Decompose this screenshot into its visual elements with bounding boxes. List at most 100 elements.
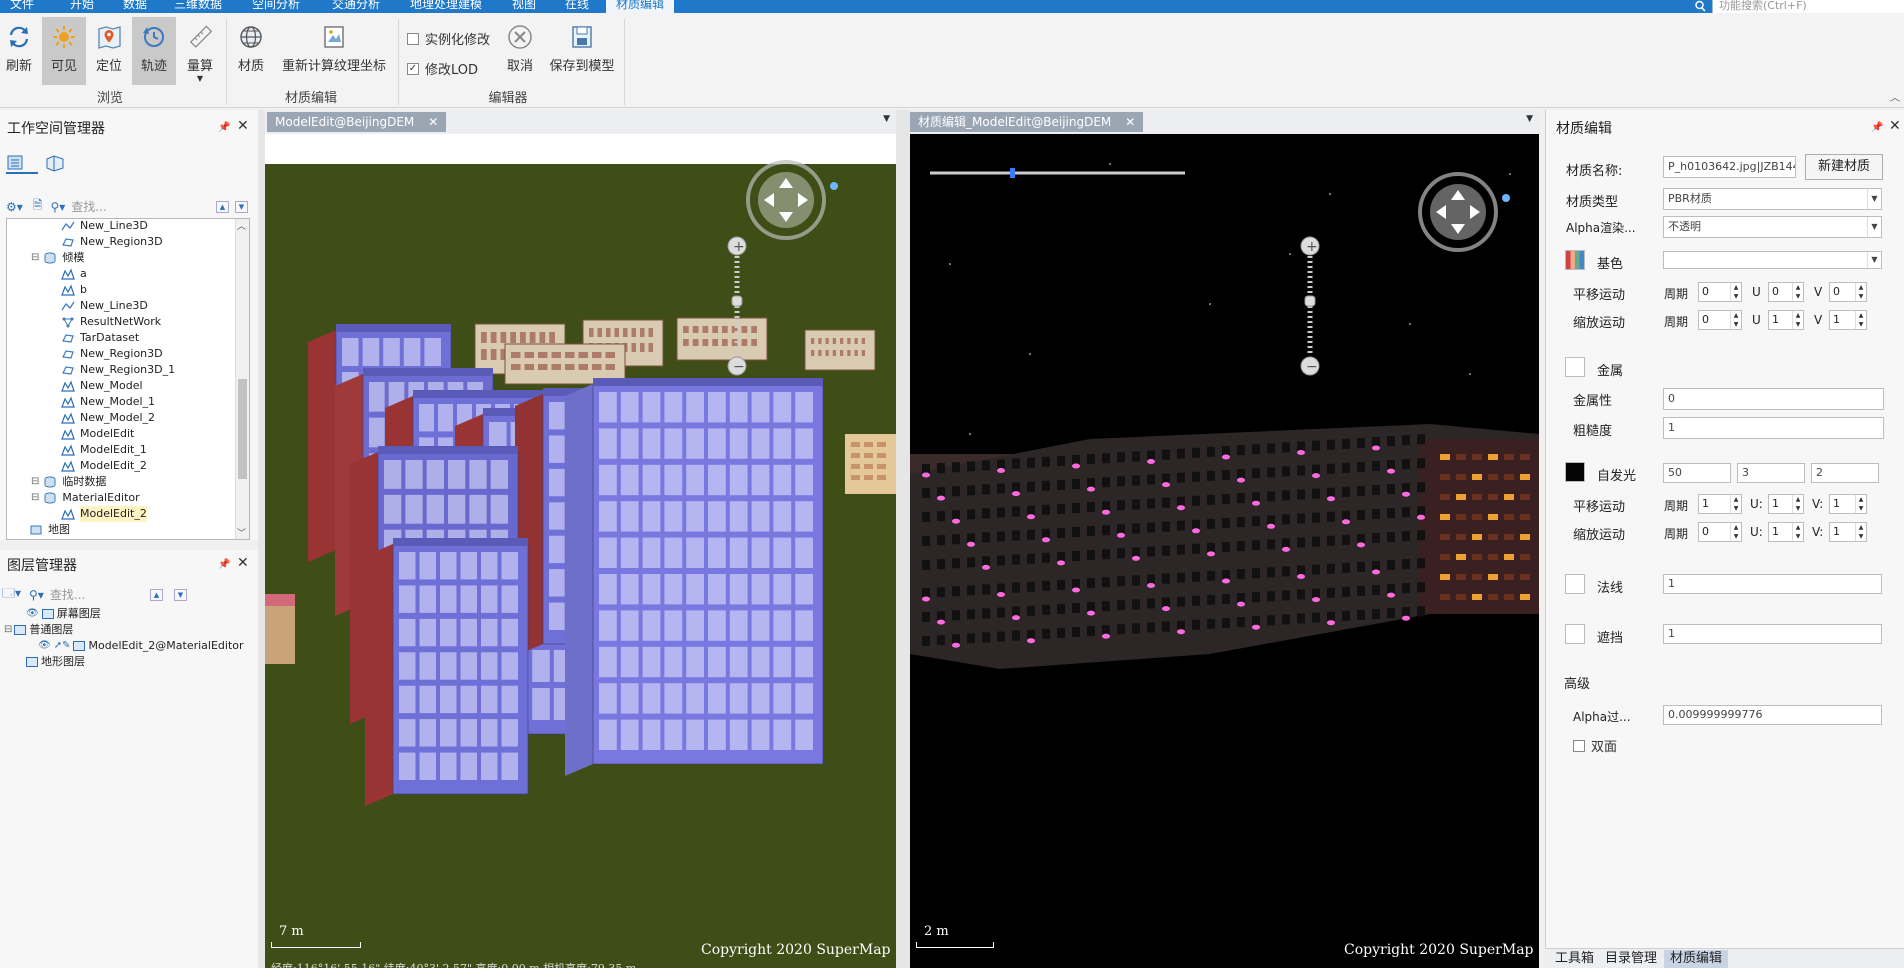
layer-item[interactable]: 👁 屏幕图层 <box>26 606 101 622</box>
modify-lod-checkbox[interactable]: ✓ 修改LOD <box>407 59 478 78</box>
tree-item[interactable]: ModelEdit <box>61 426 134 442</box>
collapse-ribbon-icon[interactable]: ︿ <box>1890 89 1900 104</box>
collapse-toggle-icon[interactable]: ⊟ <box>31 490 39 506</box>
view1-compass[interactable] <box>746 160 838 240</box>
spinner-arrows-icon[interactable]: ▲ ▼ <box>1792 283 1803 301</box>
double-sided-checkbox-box[interactable] <box>1573 739 1585 752</box>
spinner-arrows-icon[interactable]: ▲ ▼ <box>1855 311 1866 329</box>
emissive-texture-slot[interactable] <box>1565 462 1585 482</box>
double-sided-checkbox[interactable]: 双面 <box>1573 736 1617 755</box>
close-icon[interactable]: ✕ <box>1125 115 1135 129</box>
emissive-translate-v-spinner[interactable]: 1 ▲ ▼ <box>1829 494 1867 514</box>
new-icon[interactable]: 🗎 <box>33 196 43 217</box>
find-icon[interactable]: ⚲▾ <box>50 200 65 214</box>
scrollbar-thumb[interactable] <box>238 379 247 479</box>
collapse-toggle-icon[interactable]: ⊟ <box>31 250 39 266</box>
emissive-scale-v-spinner[interactable]: 1 ▲ ▼ <box>1829 522 1867 542</box>
material-name-input[interactable]: P_h0103642.jpg|JZB144.jpg <box>1663 156 1796 178</box>
layer-move-down-icon[interactable]: ▼ <box>174 588 187 601</box>
close-icon[interactable]: ✕ <box>1889 119 1901 133</box>
tree-item[interactable]: New_Line3D <box>61 298 148 314</box>
layer-move-up-icon[interactable]: ▲ <box>150 588 163 601</box>
recalc-texture-button[interactable]: 重新计算纹理坐标 <box>278 17 390 85</box>
tree-item[interactable]: ⊟ 倾模 <box>31 250 84 266</box>
emissive-b-input[interactable]: 2 <box>1811 463 1879 483</box>
workspace-tree[interactable]: New_Line3D New_Region3D ⊟ 倾模 a b New_Line3D Res… <box>6 218 250 540</box>
menu-view[interactable]: 视图 <box>506 0 542 13</box>
tree-item[interactable]: ModelEdit_2 <box>61 506 147 522</box>
spinner-arrows-icon[interactable]: ▲ ▼ <box>1792 311 1803 329</box>
function-search-input[interactable]: 功能搜索(Ctrl+F) <box>1712 0 1904 13</box>
tree-item[interactable]: 地图 <box>29 522 70 538</box>
spinner-arrows-icon[interactable]: ▲ ▼ <box>1792 495 1803 513</box>
base-translate-u-spinner[interactable]: 0 ▲ ▼ <box>1768 282 1804 302</box>
tree-item[interactable]: New_Model <box>61 378 143 394</box>
tree-item[interactable]: ModelEdit_1 <box>61 442 147 458</box>
layer-search-input[interactable]: 查找... <box>50 586 85 603</box>
track-button[interactable]: 轨迹 <box>132 17 176 85</box>
base-scale-period-spinner[interactable]: 0 ▲ ▼ <box>1698 310 1742 330</box>
menu-file[interactable]: 文件 <box>4 0 40 13</box>
selectable-editable-icon[interactable]: ➚✎ <box>54 638 71 654</box>
alpha-render-select[interactable]: 不透明 ▼ <box>1663 216 1882 238</box>
emissive-scale-u-spinner[interactable]: 1 ▲ ▼ <box>1768 522 1804 542</box>
pin-icon[interactable]: 📌 <box>218 122 230 133</box>
menu-material-edit[interactable]: 材质编辑 <box>606 0 675 13</box>
metal-texture-slot[interactable] <box>1565 357 1585 377</box>
tab-catalog[interactable]: 目录管理 <box>1599 950 1663 968</box>
search-icon[interactable] <box>1694 0 1707 13</box>
spinner-arrows-icon[interactable]: ▲ ▼ <box>1730 523 1741 541</box>
cancel-button[interactable]: 取消 <box>503 17 537 85</box>
tree-item[interactable]: ⊟ MaterialEditor <box>31 490 140 506</box>
open-workspace-icon[interactable]: ⚙▾ <box>6 200 23 214</box>
spinner-arrows-icon[interactable]: ▲ ▼ <box>1855 495 1866 513</box>
base-translate-v-spinner[interactable]: 0 ▲ ▼ <box>1829 282 1867 302</box>
tree-item[interactable]: a <box>61 266 87 282</box>
base-scale-u-spinner[interactable]: 1 ▲ ▼ <box>1768 310 1804 330</box>
menu-3d-data[interactable]: 三维数据 <box>168 0 228 13</box>
layer-item[interactable]: ⊟ 普通图层 <box>4 622 73 638</box>
emissive-translate-u-spinner[interactable]: 1 ▲ ▼ <box>1768 494 1804 514</box>
tab-toolbox[interactable]: 工具箱 <box>1549 950 1600 968</box>
normal-texture-slot[interactable] <box>1565 574 1585 594</box>
roughness-input[interactable]: 1 <box>1663 417 1884 439</box>
locate-button[interactable]: 定位 <box>92 17 126 85</box>
emissive-g-input[interactable]: 3 <box>1737 463 1805 483</box>
tab-dropdown-icon[interactable]: ▼ <box>883 114 890 124</box>
workspace-search-input[interactable]: 查找... <box>71 198 106 215</box>
tree-item[interactable]: New_Region3D <box>61 346 163 362</box>
emissive-r-input[interactable]: 50 <box>1663 463 1731 483</box>
view1-tab[interactable]: ModelEdit@BeijingDEM ✕ <box>267 112 447 132</box>
tree-item[interactable]: New_Region3D <box>61 234 163 250</box>
close-icon[interactable]: ✕ <box>237 556 249 570</box>
occlusion-input[interactable]: 1 <box>1663 624 1882 644</box>
tree-item[interactable]: New_Line3D <box>61 219 148 234</box>
emissive-translate-period-spinner[interactable]: 1 ▲ ▼ <box>1698 494 1742 514</box>
view2-compass[interactable] <box>1418 172 1510 252</box>
view2-tab[interactable]: 材质编辑_ModelEdit@BeijingDEM ✕ <box>910 112 1144 132</box>
pin-icon[interactable]: 📌 <box>1871 122 1883 133</box>
normal-input[interactable]: 1 <box>1663 574 1882 594</box>
tree-item[interactable]: New_Region3D_1 <box>61 362 175 378</box>
material-type-select[interactable]: PBR材质 ▼ <box>1663 188 1882 210</box>
layer-find-icon[interactable]: ⚲▾ <box>29 588 44 602</box>
spinner-arrows-icon[interactable]: ▲ ▼ <box>1730 311 1741 329</box>
scene-view-2[interactable]: + − 2 m Copyright 2020 SuperMap <box>910 134 1539 968</box>
menu-data[interactable]: 数据 <box>117 0 153 13</box>
instance-modify-checkbox[interactable]: 实例化修改 <box>407 29 490 48</box>
visible-button[interactable]: 可见 <box>42 17 86 85</box>
spinner-arrows-icon[interactable]: ▲ ▼ <box>1730 283 1741 301</box>
close-icon[interactable]: ✕ <box>237 119 249 133</box>
tree-item[interactable]: New_Model_1 <box>61 394 155 410</box>
instance-checkbox-box[interactable] <box>407 32 419 45</box>
collapse-toggle-icon[interactable]: ⊟ <box>31 474 39 490</box>
tree-item[interactable]: TarDataset <box>61 330 139 346</box>
emissive-scale-period-spinner[interactable]: 0 ▲ ▼ <box>1698 522 1742 542</box>
collapse-toggle-icon[interactable]: ⊟ <box>4 622 12 638</box>
alpha-cutoff-input[interactable]: 0.009999999776 <box>1663 705 1882 725</box>
tree-scrollbar[interactable]: ︿ ﹀ <box>235 219 249 539</box>
tree-item[interactable]: ⊟ 临时数据 <box>31 474 106 490</box>
new-material-button[interactable]: 新建材质 <box>1805 154 1883 180</box>
chevron-down-icon[interactable]: ▼ <box>1867 189 1881 209</box>
tree-item[interactable]: ResultNetWork <box>61 314 161 330</box>
